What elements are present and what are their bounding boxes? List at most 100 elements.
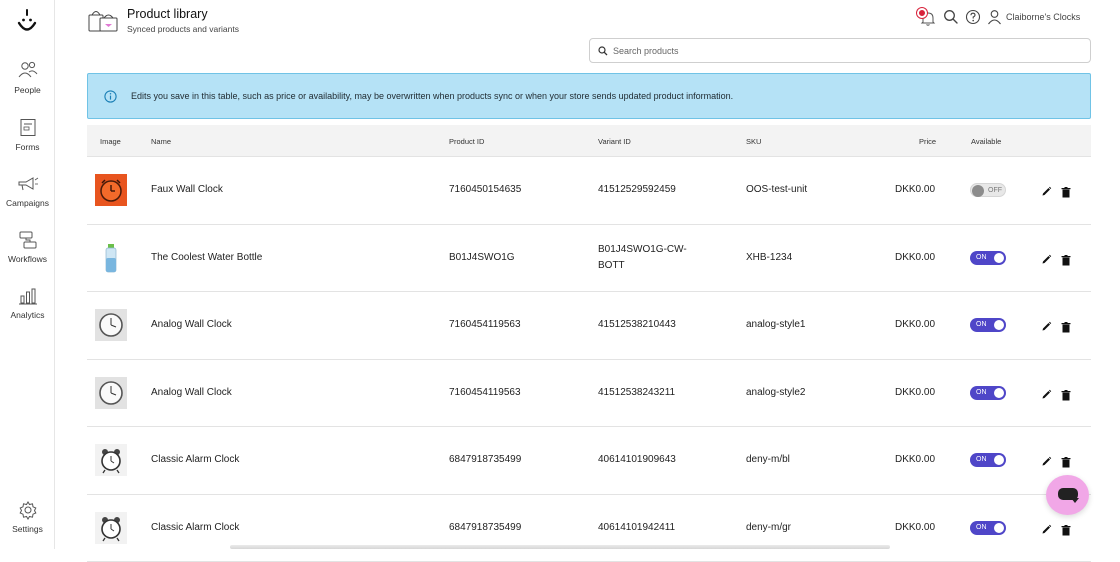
product-id: 6847918735499	[449, 522, 521, 533]
info-icon	[104, 90, 117, 103]
trash-icon	[1061, 390, 1071, 401]
forms-icon	[19, 118, 37, 138]
table-row[interactable]: Analog Wall Clock 7160454119563 41512538…	[87, 360, 1091, 428]
product-name: Analog Wall Clock	[151, 319, 232, 330]
product-name: Classic Alarm Clock	[151, 522, 239, 533]
page-title: Product library	[127, 7, 208, 21]
account-menu[interactable]: Claiborne's Clocks	[987, 9, 1080, 25]
sku: analog-style2	[746, 387, 805, 398]
sku: analog-style1	[746, 319, 805, 330]
delete-button[interactable]	[1061, 388, 1071, 406]
variant-id-continued: BOTT	[598, 260, 625, 271]
sidebar-item-settings[interactable]: Settings	[0, 500, 55, 534]
availability-toggle[interactable]: OFF	[970, 183, 1006, 197]
analog-clock-thumbnail	[95, 309, 127, 341]
edit-button[interactable]	[1041, 522, 1052, 540]
help-button[interactable]	[965, 9, 981, 30]
pencil-icon	[1041, 254, 1052, 265]
delete-button[interactable]	[1061, 523, 1071, 541]
account-name: Claiborne's Clocks	[1006, 12, 1080, 22]
column-header-name[interactable]: Name	[151, 137, 171, 146]
column-header-sku[interactable]: SKU	[746, 137, 761, 146]
toggle-label: ON	[976, 453, 987, 467]
table-row[interactable]: Analog Wall Clock 7160454119563 41512538…	[87, 292, 1091, 360]
gear-icon	[18, 500, 38, 520]
sidebar-item-label: People	[0, 85, 55, 95]
notifications-button[interactable]	[917, 8, 935, 26]
delete-button[interactable]	[1061, 185, 1071, 203]
sidebar-item-people[interactable]: People	[0, 59, 55, 95]
sidebar-item-label: Analytics	[0, 310, 55, 320]
variant-id: B01J4SWO1G-CW-	[598, 244, 687, 255]
search-input[interactable]	[613, 43, 1083, 59]
delete-button[interactable]	[1061, 320, 1071, 338]
product-id: B01J4SWO1G	[449, 252, 515, 263]
edit-button[interactable]	[1041, 184, 1052, 202]
table-row[interactable]: Faux Wall Clock 7160450154635 4151252959…	[87, 157, 1091, 225]
alarm-clock-thumbnail	[95, 512, 127, 544]
column-header-price[interactable]: Price	[919, 137, 936, 146]
people-icon	[17, 59, 39, 81]
brand-logo-icon[interactable]	[15, 8, 39, 36]
table-header: Image Name Product ID Variant ID SKU Pri…	[87, 125, 1091, 157]
price: DKK0.00	[895, 387, 935, 398]
orange-clock-thumbnail	[95, 174, 127, 206]
products-table: Image Name Product ID Variant ID SKU Pri…	[87, 125, 1091, 562]
product-library-icon	[86, 6, 120, 34]
column-header-variant-id[interactable]: Variant ID	[598, 137, 631, 146]
sku: XHB-1234	[746, 252, 792, 263]
availability-toggle[interactable]: ON	[970, 521, 1006, 535]
price: DKK0.00	[895, 184, 935, 195]
table-row[interactable]: Classic Alarm Clock 6847918735499 406141…	[87, 427, 1091, 495]
sidebar-item-workflows[interactable]: Workflows	[0, 230, 55, 264]
sku: deny-m/bl	[746, 454, 790, 465]
trash-icon	[1061, 525, 1071, 536]
global-search-button[interactable]	[943, 9, 959, 30]
pencil-icon	[1041, 186, 1052, 197]
availability-toggle[interactable]: ON	[970, 318, 1006, 332]
availability-toggle[interactable]: ON	[970, 251, 1006, 265]
availability-toggle[interactable]: ON	[970, 386, 1006, 400]
availability-toggle[interactable]: ON	[970, 453, 1006, 467]
edit-button[interactable]	[1041, 252, 1052, 270]
toggle-label: ON	[976, 521, 987, 535]
table-row[interactable]: Classic Alarm Clock 6847918735499 406141…	[87, 495, 1091, 562]
info-banner: Edits you save in this table, such as pr…	[87, 73, 1091, 119]
delete-button[interactable]	[1061, 253, 1071, 271]
water-bottle-thumbnail	[95, 242, 127, 274]
product-id: 6847918735499	[449, 454, 521, 465]
product-id: 7160454119563	[449, 387, 521, 398]
table-row[interactable]: The Coolest Water Bottle B01J4SWO1G B01J…	[87, 225, 1091, 293]
sidebar-item-analytics[interactable]: Analytics	[0, 286, 55, 320]
sidebar-item-label: Workflows	[0, 254, 55, 264]
edit-button[interactable]	[1041, 454, 1052, 472]
edit-button[interactable]	[1041, 387, 1052, 405]
price: DKK0.00	[895, 252, 935, 263]
price: DKK0.00	[895, 319, 935, 330]
pencil-icon	[1041, 524, 1052, 535]
column-header-product-id[interactable]: Product ID	[449, 137, 484, 146]
variant-id: 40614101942411	[598, 522, 675, 533]
product-search[interactable]	[589, 38, 1091, 63]
toggle-label: ON	[976, 318, 987, 332]
analytics-icon	[18, 286, 38, 306]
delete-button[interactable]	[1061, 455, 1071, 473]
user-icon	[987, 9, 1002, 25]
toggle-label: ON	[976, 386, 987, 400]
sidebar-item-campaigns[interactable]: Campaigns	[0, 174, 55, 208]
page-subtitle: Synced products and variants	[127, 24, 239, 34]
workflows-icon	[17, 230, 39, 250]
column-header-image: Image	[100, 137, 121, 146]
sidebar-item-label: Forms	[0, 142, 55, 152]
edit-button[interactable]	[1041, 319, 1052, 337]
search-icon	[943, 9, 959, 25]
banner-text: Edits you save in this table, such as pr…	[131, 91, 733, 101]
variant-id: 41512538243211	[598, 387, 675, 398]
price: DKK0.00	[895, 522, 935, 533]
chat-support-button[interactable]	[1046, 475, 1089, 515]
product-id: 7160450154635	[449, 184, 521, 195]
column-header-available[interactable]: Available	[971, 137, 1001, 146]
trash-icon	[1061, 457, 1071, 468]
sidebar-item-forms[interactable]: Forms	[0, 118, 55, 152]
pencil-icon	[1041, 456, 1052, 467]
